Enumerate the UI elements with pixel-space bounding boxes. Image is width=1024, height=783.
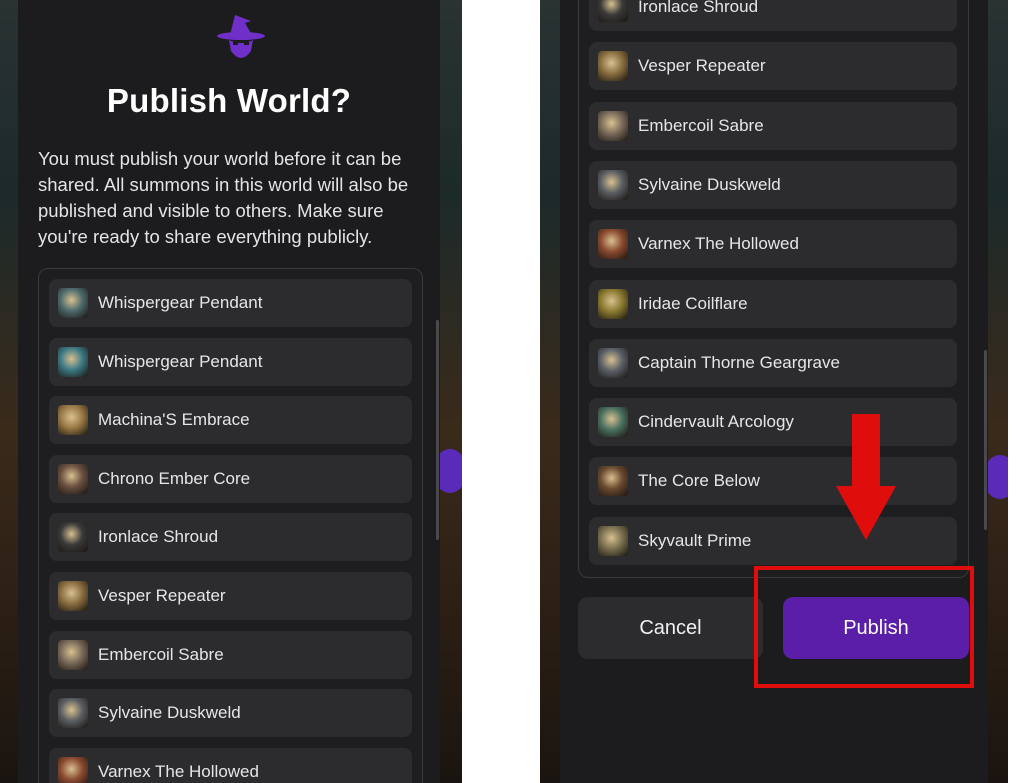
summons-list: Ironlace Shroud Vesper Repeater Embercoil … [578,0,969,578]
arrow-down-icon [836,414,896,540]
shroud-thumbnail [58,522,88,553]
list-item[interactable]: Sylvaine Duskweld [589,160,957,209]
list-item[interactable]: The Core Below [589,457,957,506]
dialog-scrollbar[interactable] [984,350,987,530]
publish-world-dialog: Publish World? You must publish your wor… [18,0,440,783]
location-thumbnail [598,525,628,556]
item-label: Vesper Repeater [638,56,766,76]
list-item[interactable]: Ironlace Shroud [49,513,412,562]
list-item[interactable]: Chrono Ember Core [49,454,412,503]
repeater-thumbnail [58,581,88,611]
pendant-thumbnail [58,288,88,318]
dialog-title: Publish World? [106,82,352,119]
core-thumbnail [58,463,88,494]
item-label: Embercoil Sabre [638,115,764,135]
sabre-thumbnail [598,110,628,141]
character-thumbnail [58,756,88,783]
list-item[interactable]: Vesper Repeater [49,572,412,620]
item-label: The Core Below [638,471,760,491]
list-item[interactable]: Iridae Coilflare [589,279,957,328]
item-label: Iridae Coilflare [638,293,748,313]
list-item[interactable]: Embercoil Sabre [49,630,412,679]
repeater-thumbnail [598,51,628,82]
location-thumbnail [598,407,628,438]
wizard-logo-icon [217,15,265,58]
list-item[interactable]: Captain Thorne Geargrave [589,338,957,387]
list-item[interactable]: Embercoil Sabre [589,101,957,150]
highlight-annotation [754,566,974,688]
item-label: Varnex The Hollowed [98,761,259,781]
item-label: Whispergear Pendant [98,293,263,312]
list-item[interactable]: Whispergear Pendant [49,337,412,386]
gear-thumbnail [58,405,88,436]
background-button [986,455,1008,499]
list-item[interactable]: Whispergear Pendant [49,279,412,327]
character-thumbnail [598,169,628,200]
item-label: Vesper Repeater [98,586,226,605]
list-item[interactable]: Cindervault Arcology [589,398,957,447]
summons-list: Whispergear Pendant Whispergear Pendant Ma… [38,268,423,783]
dialog-scrollbar[interactable] [436,320,439,540]
character-thumbnail [598,288,628,319]
item-label: Varnex The Hollowed [638,234,799,254]
item-label: Sylvaine Duskweld [98,703,241,723]
item-label: Machina'S Embrace [98,410,250,430]
list-item[interactable]: Vesper Repeater [589,42,957,91]
item-label: Cindervault Arcology [638,412,794,432]
list-item[interactable]: Varnex The Hollowed [589,220,957,269]
list-item[interactable]: Skyvault Prime [589,516,957,565]
item-label: Ironlace Shroud [98,527,219,547]
sabre-thumbnail [58,639,88,670]
list-item[interactable]: Ironlace Shroud [589,0,957,31]
character-thumbnail [598,347,628,378]
left-screenshot: Publish World? You must publish your wor… [0,0,462,783]
item-label: Whispergear Pendant [98,351,263,371]
dialog-description: You must publish your world before it ca… [38,148,409,247]
item-label: Embercoil Sabre [98,644,224,664]
character-thumbnail [58,698,88,729]
list-item[interactable]: Machina'S Embrace [49,396,412,445]
pendant-thumbnail [58,346,88,377]
item-label: Chrono Ember Core [98,468,251,488]
shroud-thumbnail [598,0,628,22]
character-thumbnail [598,229,628,260]
item-label: Sylvaine Duskweld [638,174,781,194]
item-label: Ironlace Shroud [638,0,759,16]
location-thumbnail [598,466,628,497]
item-label: Skyvault Prime [638,530,752,550]
cancel-button[interactable]: Cancel [578,597,763,659]
item-label: Captain Thorne Geargrave [638,352,840,372]
list-item[interactable]: Varnex The Hollowed [49,747,412,783]
list-item[interactable]: Sylvaine Duskweld [49,689,412,738]
